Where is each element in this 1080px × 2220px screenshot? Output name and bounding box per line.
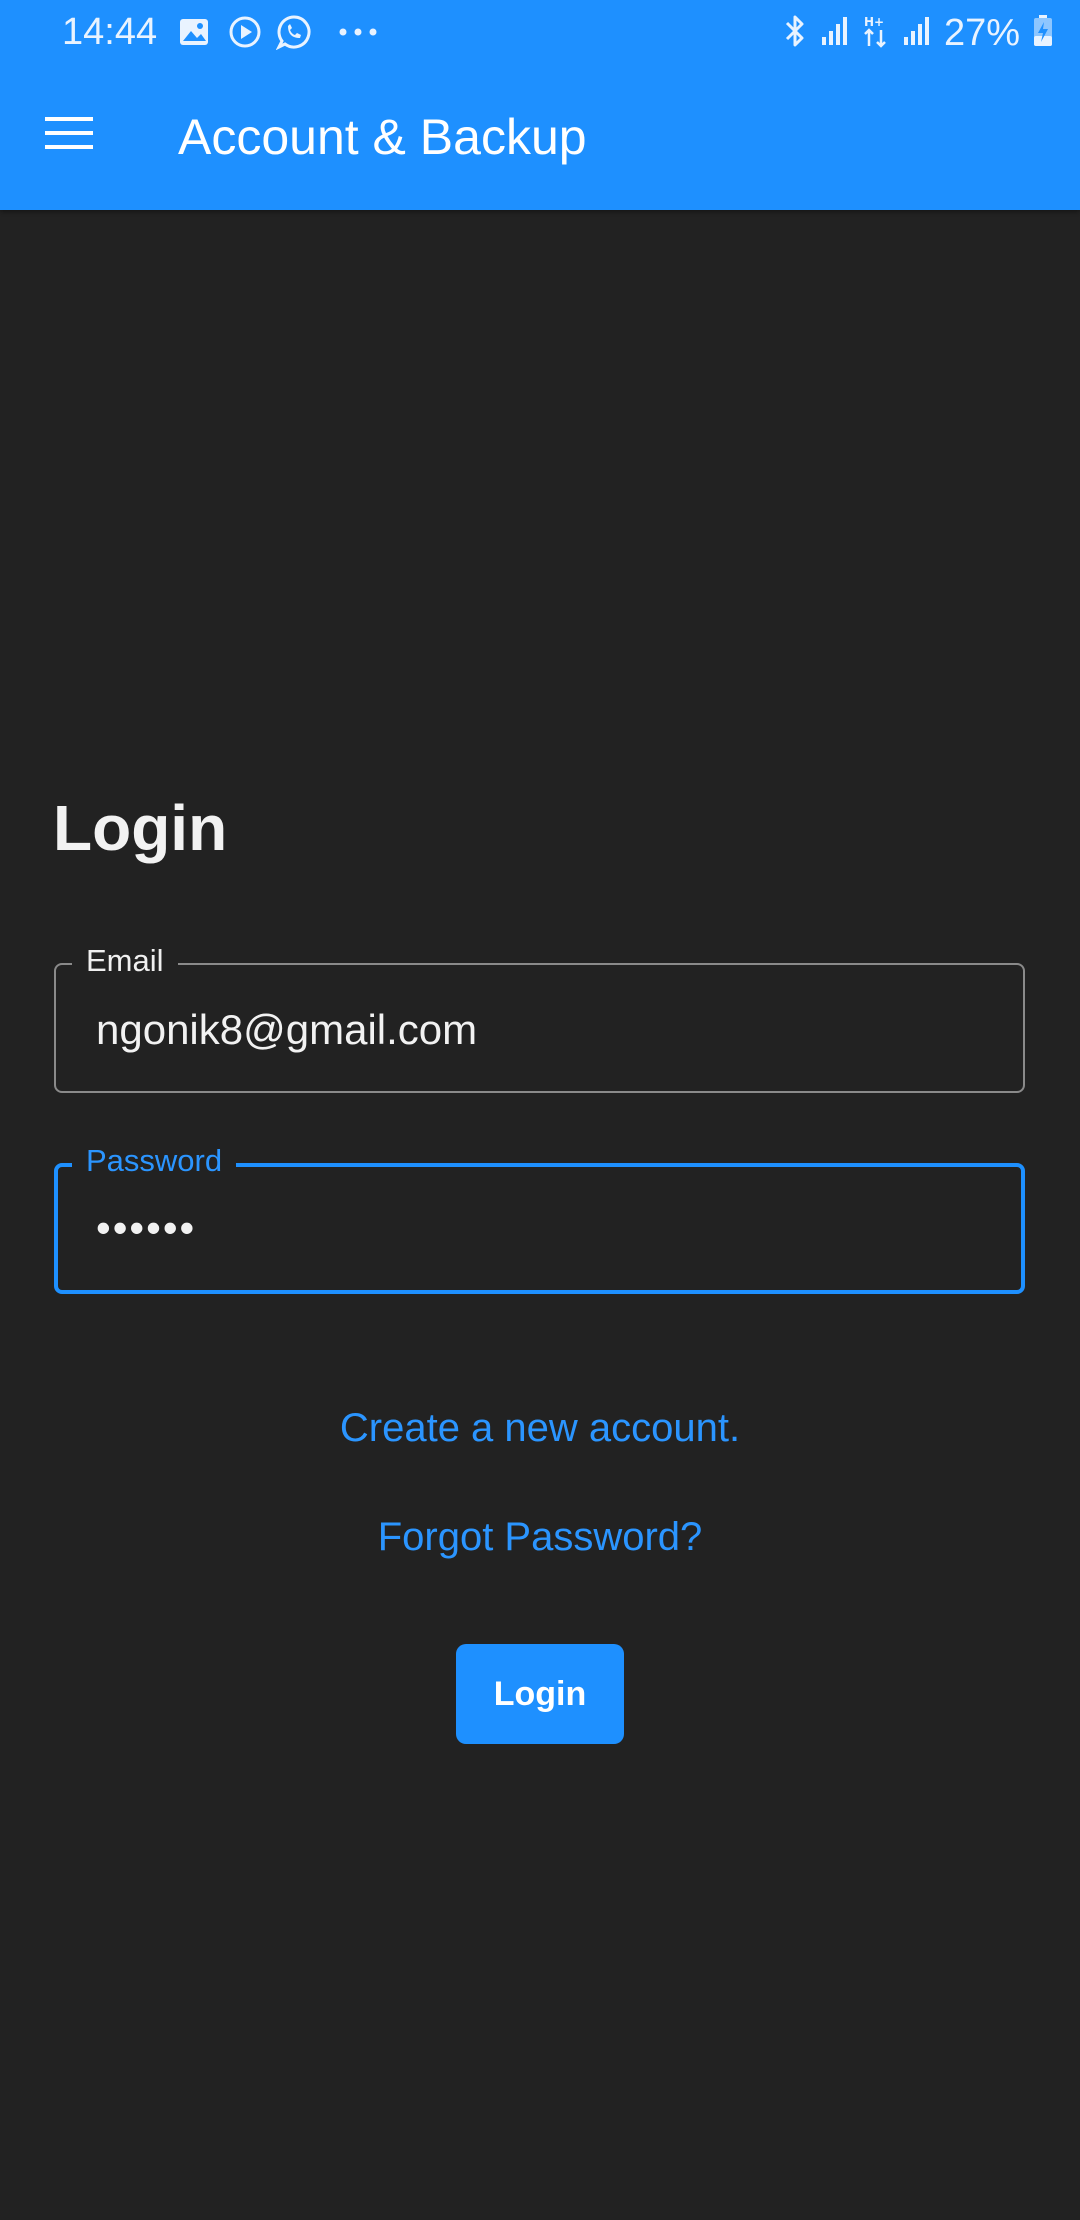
email-label: Email bbox=[72, 941, 178, 981]
menu-button[interactable] bbox=[36, 102, 102, 168]
battery-percent: 27% bbox=[943, 12, 1020, 54]
login-button[interactable]: Login bbox=[456, 1644, 624, 1744]
play-icon bbox=[228, 14, 262, 50]
password-value[interactable]: •••••• bbox=[96, 1203, 196, 1253]
gallery-icon bbox=[178, 14, 210, 50]
create-account-link[interactable]: Create a new account. bbox=[0, 1402, 1080, 1454]
forgot-password-link[interactable]: Forgot Password? bbox=[0, 1511, 1080, 1563]
battery-charging-icon bbox=[1032, 14, 1054, 53]
password-label: Password bbox=[72, 1141, 237, 1181]
hamburger-menu-icon bbox=[45, 115, 93, 156]
svg-text:H+: H+ bbox=[864, 15, 884, 29]
email-field[interactable]: Email ngonik8@gmail.com bbox=[54, 941, 1025, 1093]
signal-icon-2 bbox=[902, 15, 932, 52]
signal-icon bbox=[820, 15, 850, 52]
app-title: Account & Backup bbox=[178, 109, 587, 165]
login-heading: Login bbox=[53, 792, 228, 864]
data-icon: H+ bbox=[862, 14, 890, 53]
app-bar: 14:44 H+ 27% Account & Backup bbox=[0, 0, 1080, 210]
status-bar: 14:44 H+ 27% bbox=[0, 0, 1080, 66]
password-field[interactable]: Password •••••• bbox=[54, 1141, 1025, 1294]
status-right: H+ 27% bbox=[782, 10, 1054, 56]
bluetooth-icon bbox=[782, 14, 808, 53]
more-dots-icon bbox=[338, 14, 378, 50]
whatsapp-icon bbox=[276, 14, 312, 50]
status-time: 14:44 bbox=[62, 11, 158, 53]
email-value[interactable]: ngonik8@gmail.com bbox=[96, 1005, 477, 1055]
